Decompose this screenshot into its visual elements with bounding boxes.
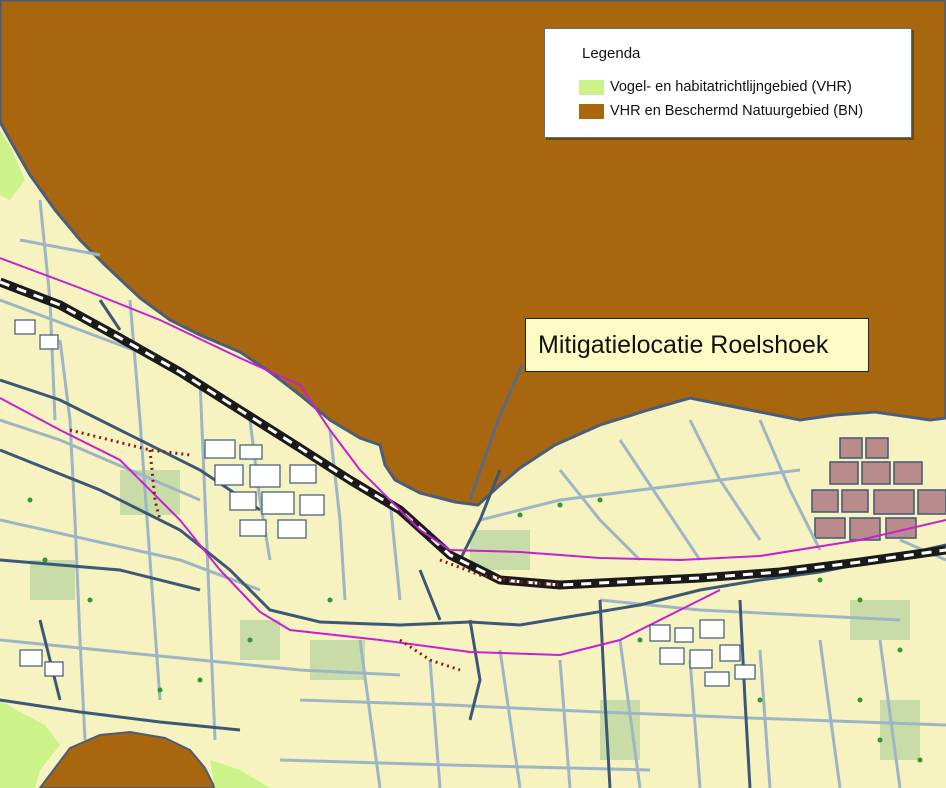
legend-swatch-vhr [579,79,604,95]
legend-item-vhr: Vogel- en habitatrichtlijngebied (VHR) [579,78,852,96]
legend-swatch-vhr-bn [579,103,604,119]
vhr-zone-southeast [210,760,270,788]
mitigation-location-callout: Mitigatielocatie Roelshoek [525,318,869,372]
protected-water-south [38,730,217,788]
map-view[interactable]: Legenda Vogel- en habitatrichtlijngebied… [0,0,946,788]
legend-title: Legenda [582,45,641,62]
legend-label-vhr: Vogel- en habitatrichtlijngebied (VHR) [610,79,852,95]
legend-item-vhr-bn: VHR en Beschermd Natuurgebied (BN) [579,102,863,120]
legend-label-vhr-bn: VHR en Beschermd Natuurgebied (BN) [610,103,864,119]
map-legend: Legenda Vogel- en habitatrichtlijngebied… [544,28,912,138]
